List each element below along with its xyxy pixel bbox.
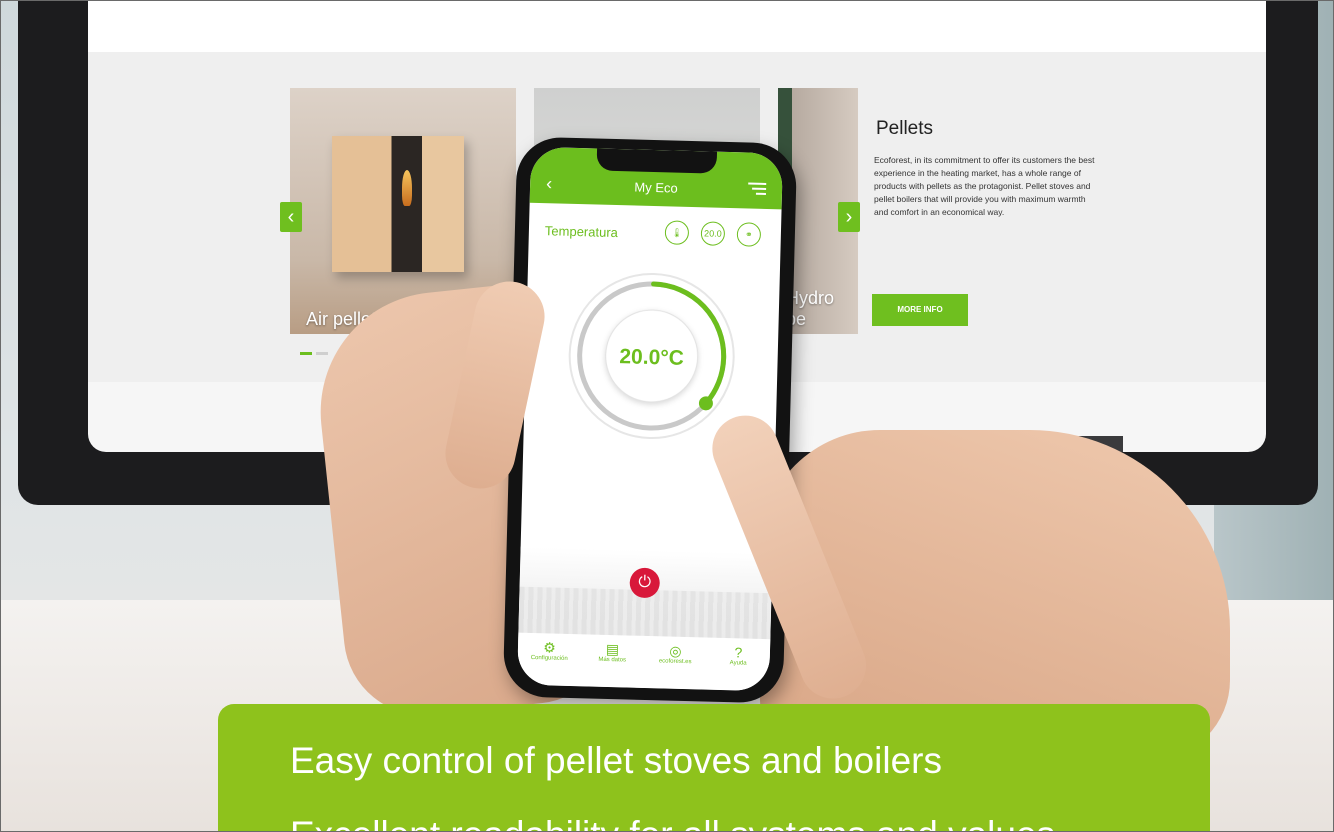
- scene: Air pellet stoves Hydro pe ‹ › Pellets E…: [0, 0, 1334, 832]
- range-icon[interactable]: 20.0: [700, 221, 726, 246]
- slider-dot[interactable]: [316, 352, 328, 355]
- more-info-button[interactable]: MORE INFO: [872, 294, 968, 326]
- banner-subline: Excellent readability for all systems an…: [290, 814, 1055, 832]
- link-icon[interactable]: ⚭: [736, 222, 762, 247]
- thermometer-icon[interactable]: 🌡: [664, 220, 690, 245]
- product-card-label: Hydro pe: [786, 288, 835, 329]
- document-icon: ▤: [605, 640, 620, 658]
- slider-next-button[interactable]: ›: [838, 202, 860, 232]
- gear-icon: ⚙: [543, 639, 557, 656]
- app-title: My Eco: [634, 179, 678, 196]
- info-title: Pellets: [876, 118, 934, 139]
- feature-banner: Easy control of pellet stoves and boiler…: [218, 704, 1210, 832]
- banner-headline: Easy control of pellet stoves and boiler…: [290, 740, 942, 781]
- nav-item-website[interactable]: ◎ ecoforest.es: [646, 642, 705, 666]
- dial-value: 20.0°C: [619, 345, 684, 370]
- globe-icon: ◎: [669, 642, 682, 659]
- nav-item-help[interactable]: ? Ayuda: [709, 644, 768, 668]
- help-icon: ?: [734, 644, 743, 661]
- bottom-nav: ⚙ Configuración ▤ Más datos ◎ ecoforest.es …: [517, 632, 771, 692]
- nav-item-more-data[interactable]: ▤ Más datos: [583, 640, 642, 664]
- slider-prev-button[interactable]: ‹: [280, 202, 302, 232]
- temperature-dial[interactable]: 20.0°C: [563, 268, 739, 444]
- slider-dot-active[interactable]: [300, 352, 312, 355]
- info-text: Ecoforest, in its commitment to offer it…: [874, 155, 1095, 217]
- stove-image: [332, 136, 464, 272]
- nav-item-settings[interactable]: ⚙ Configuración: [520, 639, 579, 663]
- flame-icon: [402, 170, 412, 206]
- phone-notch: [596, 148, 718, 174]
- website-header: [88, 0, 1266, 52]
- temperature-label: Temperatura: [544, 223, 619, 241]
- menu-icon[interactable]: [748, 182, 767, 197]
